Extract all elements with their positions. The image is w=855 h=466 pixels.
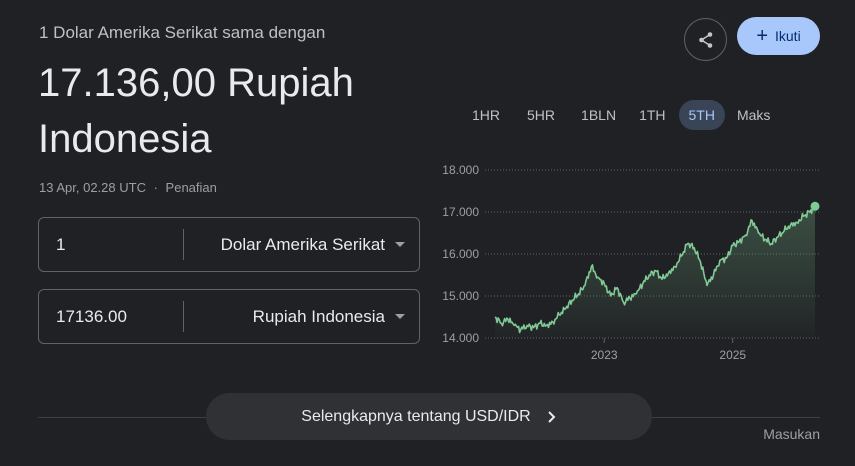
more-about-label: Selengkapnya tentang USD/IDR — [301, 407, 531, 425]
share-button[interactable] — [684, 18, 727, 61]
range-tab-5th[interactable]: 5TH — [678, 100, 725, 130]
from-currency-label: Dolar Amerika Serikat — [220, 234, 385, 254]
range-tab-1bln[interactable]: 1BLN — [571, 100, 626, 130]
conversion-subtitle: 1 Dolar Amerika Serikat sama dengan — [39, 23, 326, 42]
x-tick-label: 2025 — [719, 348, 746, 362]
follow-label: Ikuti — [775, 28, 801, 44]
exchange-rate-chart: 14.000 15.000 16.000 17.000 18.000 2023 2025 — [442, 163, 820, 362]
to-currency-label: Rupiah Indonesia — [252, 306, 385, 326]
chevron-right-icon — [548, 410, 556, 423]
plus-icon: + — [756, 25, 768, 47]
disclaimer-link[interactable]: Penafian — [166, 180, 217, 195]
range-tab-1hr[interactable]: 1HR — [462, 100, 510, 130]
range-tabs: 1HR 5HR 1BLN 1TH 5TH Maks — [462, 100, 780, 130]
more-about-button[interactable]: Selengkapnya tentang USD/IDR — [206, 393, 652, 440]
to-converter-row: 17136.00 Rupiah Indonesia — [38, 289, 420, 344]
follow-button[interactable]: + Ikuti — [737, 17, 820, 55]
timestamp: 13 Apr, 02.28 UTC — [39, 180, 146, 195]
y-tick-label: 18.000 — [442, 163, 479, 177]
from-amount-input[interactable]: 1 — [39, 218, 183, 271]
share-icon — [698, 31, 712, 48]
series-end-point — [810, 201, 820, 211]
y-tick-label: 17.000 — [442, 205, 479, 219]
x-tick-label: 2023 — [591, 348, 618, 362]
y-tick-label: 16.000 — [442, 247, 479, 261]
to-amount-input[interactable]: 17136.00 — [39, 290, 183, 343]
to-currency-select[interactable]: Rupiah Indonesia — [184, 307, 419, 327]
from-currency-select[interactable]: Dolar Amerika Serikat — [184, 235, 419, 255]
from-converter-row: 1 Dolar Amerika Serikat — [38, 217, 420, 272]
timestamp-line: 13 Apr, 02.28 UTC · Penafian — [39, 180, 217, 195]
range-tab-1th[interactable]: 1TH — [629, 100, 675, 130]
feedback-link[interactable]: Masukan — [763, 426, 820, 442]
chevron-down-icon — [395, 314, 405, 319]
separator: · — [153, 180, 158, 195]
conversion-result: 17.136,00 Rupiah Indonesia — [38, 61, 354, 161]
chevron-down-icon — [395, 242, 405, 247]
y-tick-label: 14.000 — [442, 331, 479, 345]
range-tab-maks[interactable]: Maks — [727, 100, 780, 130]
y-tick-label: 15.000 — [442, 289, 479, 303]
range-tab-5hr[interactable]: 5HR — [517, 100, 565, 130]
